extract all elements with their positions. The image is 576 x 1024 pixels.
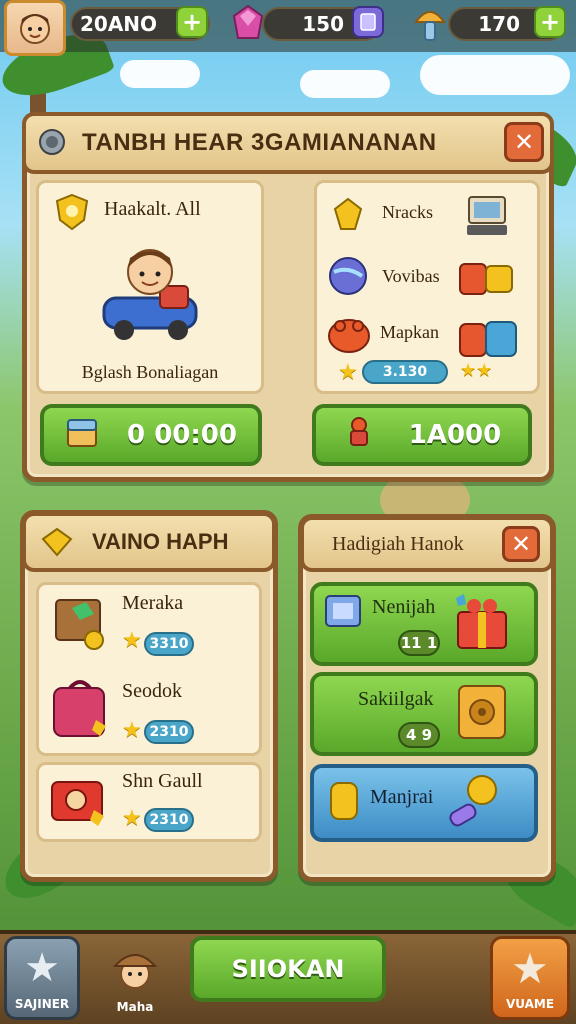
timer-value: 0 00:00 xyxy=(127,420,237,450)
computer-icon xyxy=(462,192,512,240)
chest-icon xyxy=(65,416,99,455)
gem-shop-button[interactable] xyxy=(352,6,384,38)
explorer-icon xyxy=(112,954,158,989)
reward-tag-value: 3.130 xyxy=(382,364,428,380)
star-icon: ★ xyxy=(511,944,549,993)
nav-character-label: Maha xyxy=(116,1000,154,1014)
buy-price: 1A000 xyxy=(408,420,502,450)
gem-value: 150 xyxy=(302,12,344,36)
reward-tag: 3.130 xyxy=(362,360,448,384)
hammer-icon xyxy=(444,772,510,834)
card-icon xyxy=(360,13,376,31)
shop-item-price-value: 2310 xyxy=(149,724,189,740)
star-icon: ★ xyxy=(122,718,142,743)
reward-item-label-1: Nracks xyxy=(382,202,433,222)
star-icon: ★★ xyxy=(460,360,493,381)
shield-icon xyxy=(52,192,92,232)
container-icon xyxy=(456,316,522,364)
reward-count-value: 4 9 xyxy=(405,726,433,744)
close-rewards-panel-button[interactable]: ✕ xyxy=(502,526,540,562)
nav-right-label: VUAME xyxy=(505,997,555,1011)
coin-value: 20ANO xyxy=(80,12,158,36)
gold-gem-icon xyxy=(38,524,76,560)
main-action-label: SIIOKAN xyxy=(231,955,345,983)
star-icon: ★ xyxy=(24,945,60,991)
player-avatar[interactable] xyxy=(4,0,66,56)
reward-count-value: 11 1 xyxy=(400,634,438,652)
close-icon: ✕ xyxy=(510,530,532,558)
gold-bar-icon xyxy=(324,776,364,826)
nav-left-label: SAJINER xyxy=(14,997,70,1011)
nav-right-button[interactable]: ★ VUAME xyxy=(490,936,570,1020)
reward-count: 11 1 xyxy=(398,630,440,656)
item-shop-title: VAINO HAPH xyxy=(92,529,229,554)
shop-item-label: Seodok xyxy=(122,680,182,702)
star-icon: ★ xyxy=(122,806,142,831)
helmet-icon xyxy=(34,124,70,160)
main-action-button[interactable]: SIIOKAN xyxy=(190,936,386,1002)
close-icon: ✕ xyxy=(513,128,535,156)
rewards-title: Hadigiah Hanok xyxy=(332,532,464,555)
player-face-icon xyxy=(20,14,50,44)
reward-item-label-2: Vovibas xyxy=(382,266,440,286)
plus-icon: + xyxy=(181,8,203,36)
shop-item-label: Meraka xyxy=(122,592,184,614)
star-icon: ★ xyxy=(122,628,142,653)
reward-item-label-3: Mapkan xyxy=(380,322,439,342)
warrior-icon xyxy=(343,415,375,456)
hero-car-illustration xyxy=(90,236,210,346)
gift-box-icon xyxy=(456,256,518,302)
plus-icon: + xyxy=(539,8,561,36)
star-icon: ★ xyxy=(338,360,358,385)
clock-icon xyxy=(326,312,372,356)
shop-item-label: Shn Gaull xyxy=(122,770,203,792)
gift-icon xyxy=(450,590,516,654)
camera-icon xyxy=(48,766,110,830)
treasure-map-icon xyxy=(50,590,112,654)
close-quest-panel-button[interactable]: ✕ xyxy=(504,122,544,162)
picture-icon xyxy=(322,592,364,630)
mushroom-icon xyxy=(410,2,450,44)
reward-button-label: Manjrai xyxy=(370,786,434,808)
add-coins-button[interactable]: + xyxy=(176,6,208,38)
reward-button-label: Nenijah xyxy=(372,596,436,618)
quest-panel-header: TANBH HEAR 3GAMIANANAN xyxy=(22,112,554,174)
suitcase-icon xyxy=(48,674,112,744)
hero-caption: Bglash Bonaliagan xyxy=(81,362,219,382)
reward-count: 4 9 xyxy=(398,722,440,748)
planet-icon xyxy=(326,254,370,298)
quest-panel-title: TANBH HEAR 3GAMIANANAN xyxy=(82,129,437,156)
reward-button-label: Sakiilgak xyxy=(358,688,434,710)
shop-item-price-value: 2310 xyxy=(149,812,189,828)
nav-left-button[interactable]: ★ SAJINER xyxy=(4,936,80,1020)
key-value: 170 xyxy=(478,12,520,36)
timer-button[interactable]: 0 00:00 xyxy=(40,404,262,466)
shop-item-price: 3310 xyxy=(144,632,194,656)
hero-name: Haakalt. All xyxy=(104,198,201,220)
nav-character-button[interactable]: Maha xyxy=(100,936,170,1020)
buy-button[interactable]: 1A000 xyxy=(312,404,532,466)
shop-item-price: 2310 xyxy=(144,808,194,832)
safe-icon xyxy=(450,678,514,744)
shop-item-price-value: 3310 xyxy=(149,636,189,652)
add-keys-button[interactable]: + xyxy=(534,6,566,38)
gold-gem-icon xyxy=(328,194,368,234)
shop-item-price: 2310 xyxy=(144,720,194,744)
